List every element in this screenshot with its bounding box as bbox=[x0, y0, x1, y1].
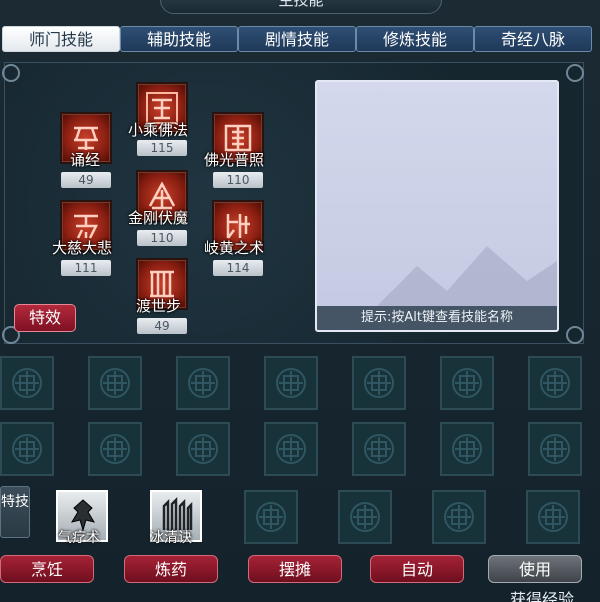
empty-slot[interactable] bbox=[0, 356, 54, 410]
corner-ornament bbox=[566, 64, 584, 82]
use-button[interactable]: 使用 bbox=[488, 555, 582, 583]
emblem-icon bbox=[538, 502, 568, 532]
emblem-icon bbox=[540, 368, 570, 398]
empty-slot[interactable] bbox=[528, 356, 582, 410]
skill-level: 49 bbox=[61, 172, 111, 188]
effects-button[interactable]: 特效 bbox=[14, 304, 76, 332]
tab-story-skills[interactable]: 剧情技能 bbox=[238, 26, 356, 52]
emblem-icon bbox=[188, 368, 218, 398]
emblem-icon bbox=[452, 368, 482, 398]
special-skills-tag: 特技 bbox=[0, 486, 30, 538]
skill-level: 111 bbox=[61, 260, 111, 276]
emblem-icon bbox=[364, 368, 394, 398]
skill-name: 小乘佛法 bbox=[128, 121, 189, 139]
tab-sect-skills[interactable]: 师门技能 bbox=[2, 26, 120, 52]
emblem-icon bbox=[12, 434, 42, 464]
special-skill-name: 气疗术 bbox=[58, 530, 100, 546]
stall-button[interactable]: 摆摊 bbox=[248, 555, 342, 583]
skill-level: 110 bbox=[137, 230, 187, 246]
empty-slot[interactable] bbox=[244, 490, 298, 544]
empty-slot[interactable] bbox=[338, 490, 392, 544]
empty-slot[interactable] bbox=[526, 490, 580, 544]
emblem-icon bbox=[12, 368, 42, 398]
emblem-icon bbox=[364, 434, 394, 464]
tab-cultivation-skills[interactable]: 修炼技能 bbox=[356, 26, 474, 52]
emblem-icon bbox=[188, 434, 218, 464]
skill-name: 渡世步 bbox=[136, 297, 182, 315]
empty-slot[interactable] bbox=[440, 422, 494, 476]
skill-level: 115 bbox=[137, 140, 187, 156]
emblem-icon bbox=[100, 368, 130, 398]
emblem-icon bbox=[452, 434, 482, 464]
empty-slot[interactable] bbox=[528, 422, 582, 476]
skill-name: 岐黄之术 bbox=[204, 239, 265, 257]
empty-slot[interactable] bbox=[176, 422, 230, 476]
footer-text: 获得经验 bbox=[510, 590, 575, 602]
window-title: 主技能 bbox=[160, 0, 442, 14]
skill-level: 114 bbox=[213, 260, 263, 276]
empty-slot[interactable] bbox=[440, 356, 494, 410]
cook-button[interactable]: 烹饪 bbox=[0, 555, 94, 583]
tab-support-skills[interactable]: 辅助技能 bbox=[120, 26, 238, 52]
tab-meridians[interactable]: 奇经八脉 bbox=[474, 26, 592, 52]
empty-slot[interactable] bbox=[176, 356, 230, 410]
empty-slot[interactable] bbox=[0, 422, 54, 476]
skill-name: 金刚伏魔 bbox=[128, 209, 189, 227]
skill-name: 诵经 bbox=[70, 151, 101, 169]
emblem-icon bbox=[350, 502, 380, 532]
auto-button[interactable]: 自动 bbox=[370, 555, 464, 583]
emblem-icon bbox=[540, 434, 570, 464]
empty-slot[interactable] bbox=[88, 356, 142, 410]
corner-ornament bbox=[566, 326, 584, 344]
empty-slot[interactable] bbox=[88, 422, 142, 476]
empty-slot[interactable] bbox=[264, 356, 318, 410]
emblem-icon bbox=[444, 502, 474, 532]
empty-slot[interactable] bbox=[352, 356, 406, 410]
emblem-icon bbox=[276, 368, 306, 398]
special-skill-name: 冰清诀 bbox=[150, 530, 192, 546]
skill-description-box: 提示:按Alt键查看技能名称 bbox=[315, 80, 559, 332]
skill-name: 佛光普照 bbox=[204, 151, 265, 169]
skill-name: 大慈大悲 bbox=[52, 239, 113, 257]
emblem-icon bbox=[100, 434, 130, 464]
alt-hint-text: 提示:按Alt键查看技能名称 bbox=[317, 306, 557, 330]
mountain-watermark-icon bbox=[377, 246, 557, 306]
emblem-icon bbox=[256, 502, 286, 532]
skill-level: 49 bbox=[137, 318, 187, 334]
empty-slot[interactable] bbox=[352, 422, 406, 476]
emblem-icon bbox=[276, 434, 306, 464]
skill-window: 主技能 师门技能 辅助技能 剧情技能 修炼技能 奇经八脉 小乘佛法 115 诵经… bbox=[0, 0, 600, 602]
empty-slot[interactable] bbox=[432, 490, 486, 544]
alchemy-button[interactable]: 炼药 bbox=[124, 555, 218, 583]
skill-level: 110 bbox=[213, 172, 263, 188]
corner-ornament bbox=[2, 64, 20, 82]
empty-slot[interactable] bbox=[264, 422, 318, 476]
